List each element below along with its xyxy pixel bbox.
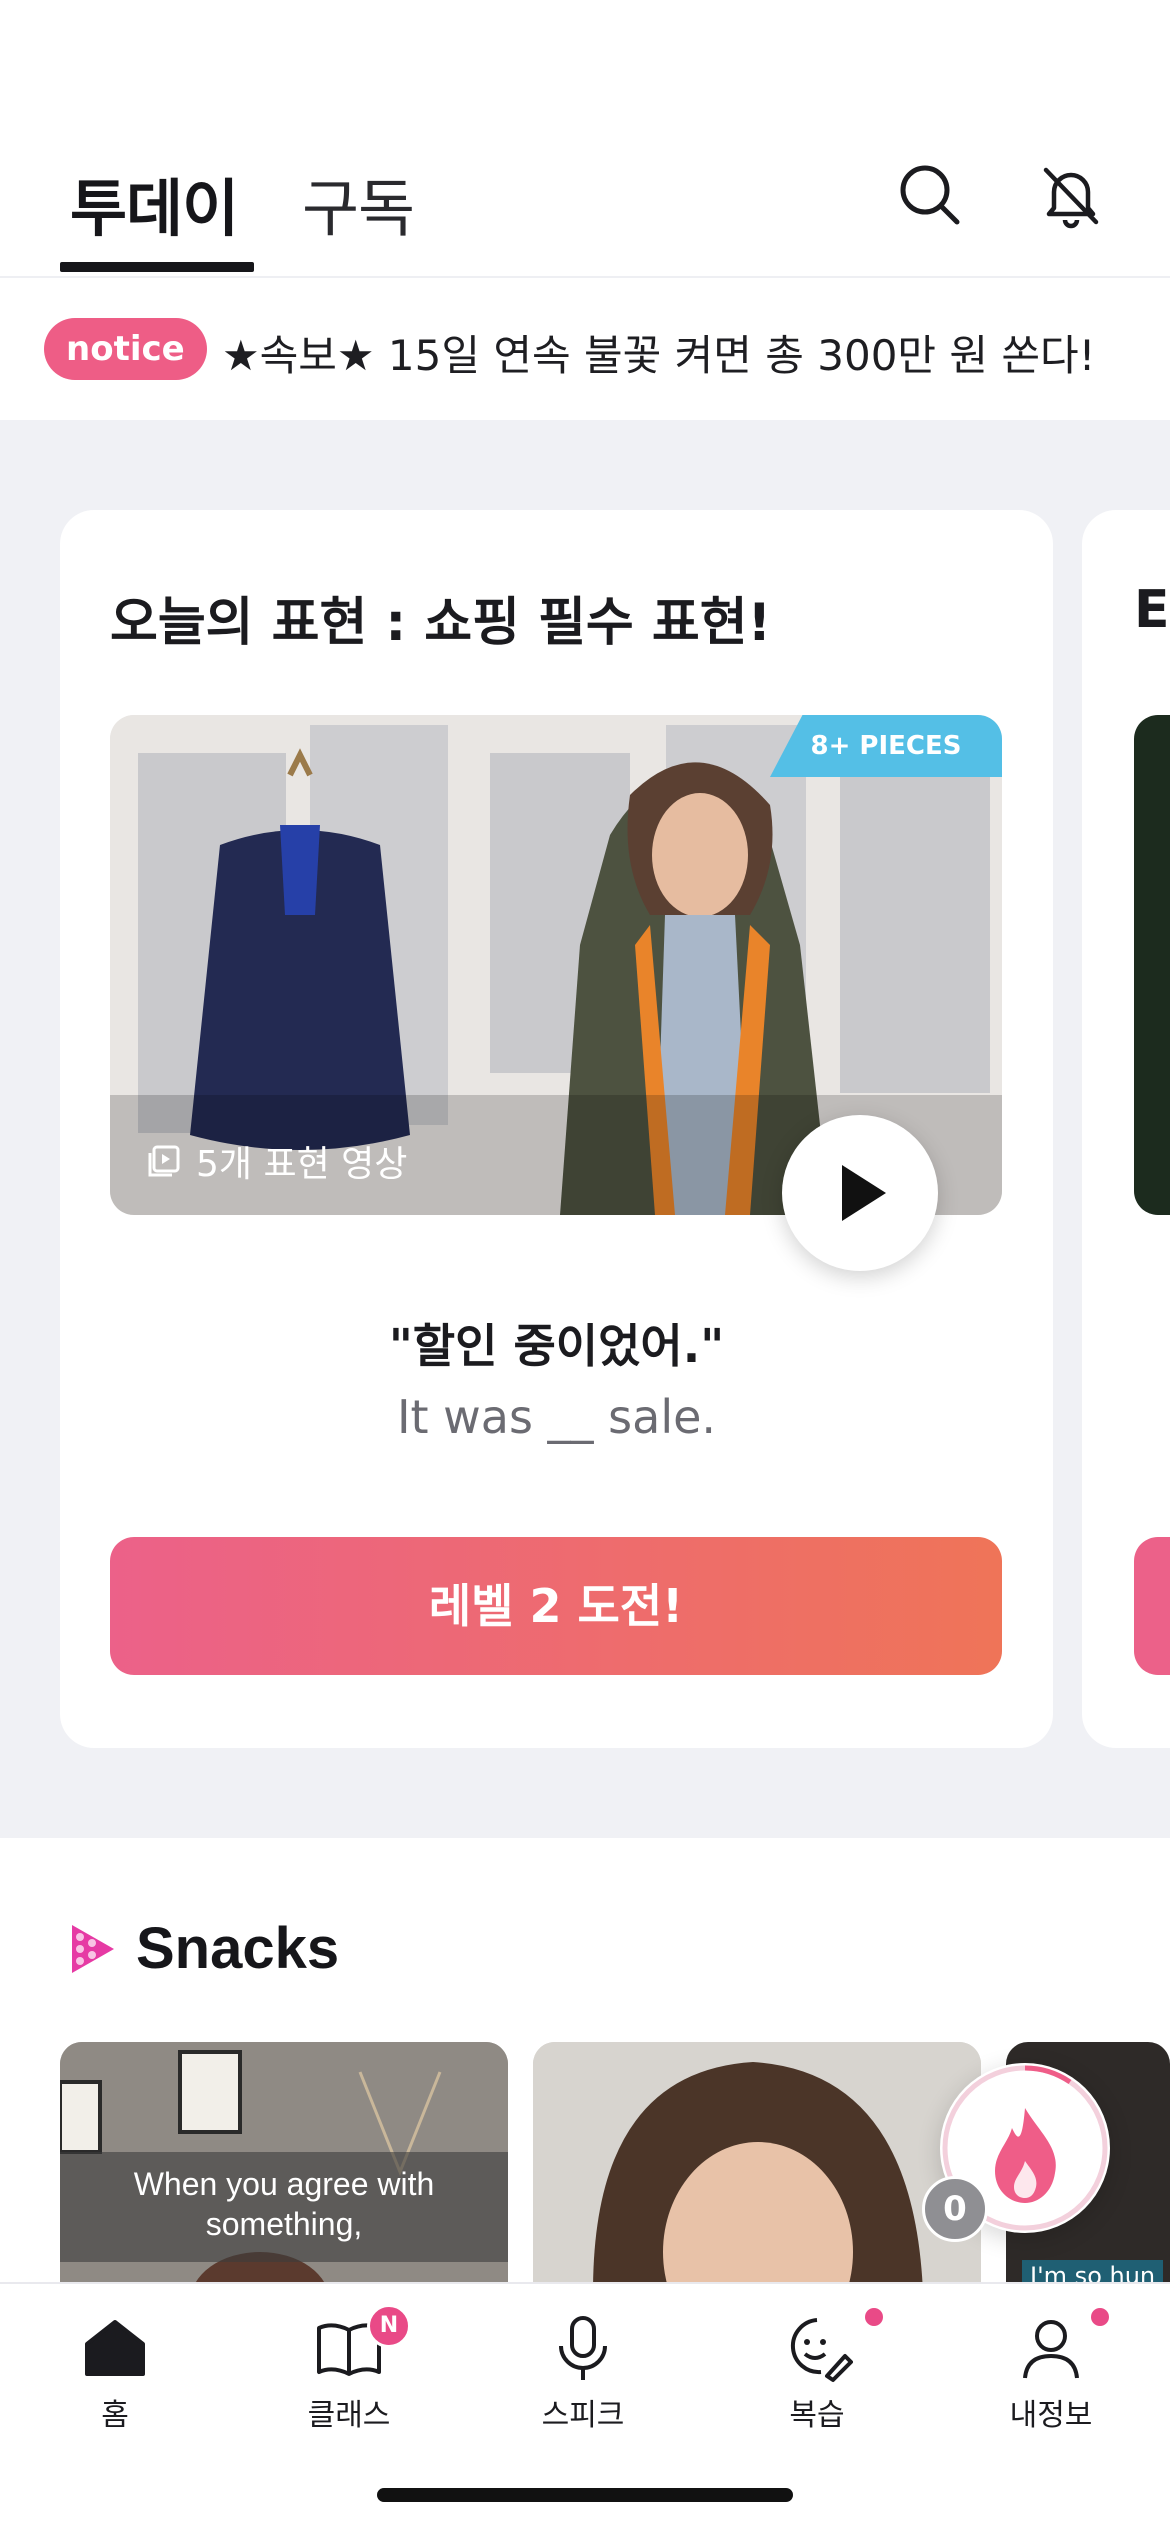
home-indicator [377,2488,793,2502]
play-button[interactable] [782,1115,938,1271]
new-badge: N [367,2304,411,2348]
active-tab-indicator [60,262,254,272]
video-count-text: 5개 표현 영상 [196,1144,408,1185]
next-expression-card[interactable]: E [1082,510,1170,1748]
streak-count-badge: 0 [922,2176,988,2242]
next-card-button[interactable] [1134,1537,1170,1675]
profile-notification-dot [1091,2308,1109,2326]
snack-video-card[interactable] [533,2042,981,2292]
nav-profile[interactable]: 내정보 [961,2308,1141,2434]
nav-home-label: 홈 [101,2398,129,2433]
bell-off-icon[interactable] [1036,160,1106,230]
nav-speak-label: 스피크 [541,2398,625,2433]
play-icon [842,1165,886,1221]
expression-card[interactable]: 오늘의 표현 : 쇼핑 필수 표현! 8+ PIECES 5개 표현 영상 "할… [60,510,1053,1748]
nav-profile-label: 내정보 [1009,2398,1093,2433]
home-icon [85,2320,145,2376]
snacks-header: Snacks [66,1915,339,1982]
next-card-title: E [1134,580,1170,640]
snacks-logo-icon [72,1924,114,1973]
snack-thumbnail [533,2042,981,2292]
review-notification-dot [865,2308,883,2326]
nav-review[interactable]: 복습 [727,2308,907,2434]
notice-text[interactable]: ★속보★ 15일 연속 불꽃 켜면 총 300만 원 쏜다! [222,322,1096,383]
notice-badge: notice [44,318,207,380]
card-title: 오늘의 표현 : 쇼핑 필수 표현! [110,593,772,653]
nav-class[interactable]: N 클래스 [259,2304,439,2434]
review-face-icon [791,2318,853,2382]
video-count-label: 5개 표현 영상 [146,1135,407,1187]
expression-quote: "할인 중이었어." [388,1319,725,1373]
search-icon[interactable] [895,160,965,230]
nav-class-label: 클래스 [307,2398,391,2433]
snack-video-card[interactable]: When you agree with something, [60,2042,508,2292]
notice-bar[interactable]: notice ★속보★ 15일 연속 불꽃 켜면 총 300만 원 쏜다! [0,278,1170,420]
mic-icon [559,2316,607,2380]
level-challenge-button[interactable]: 레벨 2 도전! [110,1537,1002,1675]
nav-home[interactable]: 홈 [25,2312,205,2434]
nav-review-label: 복습 [789,2398,845,2433]
snacks-title: Snacks [136,1916,340,1981]
expression-sentence: It was __ sale. [396,1390,717,1444]
profile-icon [1023,2320,1079,2379]
tab-subscribe[interactable]: 구독 [302,158,415,248]
video-stack-icon [148,1145,180,1177]
top-header: 투데이 구독 [0,0,1170,278]
snack-caption: When you agree with something, [60,2152,508,2262]
tab-today[interactable]: 투데이 [70,158,239,248]
pieces-badge: 8+ PIECES [770,715,1002,777]
next-card-thumbnail [1134,715,1170,1215]
nav-speak[interactable]: 스피크 [493,2312,673,2434]
